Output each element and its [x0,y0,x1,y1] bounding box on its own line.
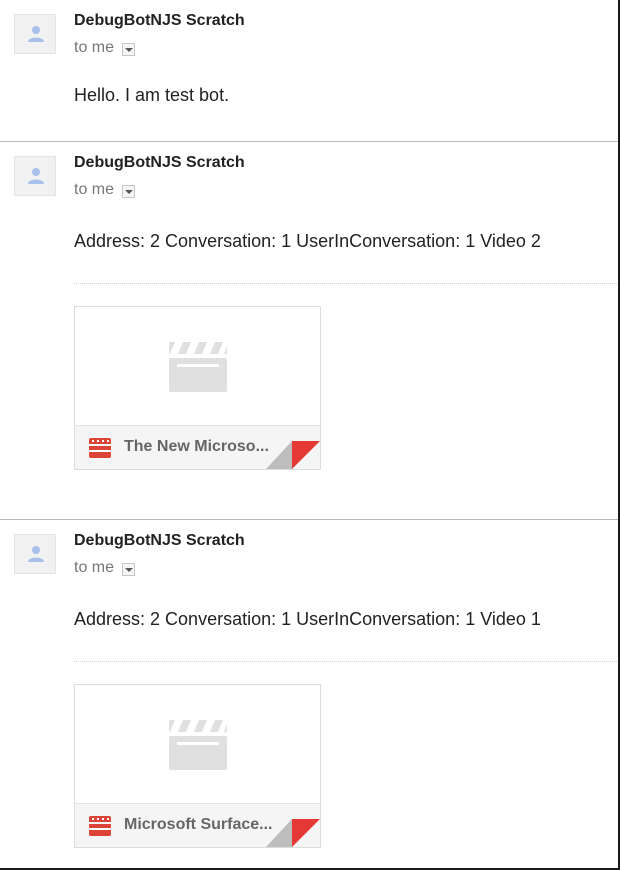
message-card: DebugBotNJS Scratch to me Address: 2 Con… [0,520,618,868]
clapperboard-icon [169,342,227,392]
attachment-divider [74,283,617,284]
corner-fold-icon [266,819,320,847]
attachment-preview [75,685,320,803]
chevron-down-icon[interactable] [122,184,136,198]
attachment-name: Microsoft Surface... [124,816,273,833]
film-icon [89,438,111,458]
message-body: Address: 2 Conversation: 1 UserInConvers… [74,231,541,251]
recipient-label: to me [74,181,115,198]
video-attachment[interactable]: The New Microso... [74,306,321,470]
attachment-divider [74,661,617,662]
corner-fold-icon [266,441,320,469]
avatar[interactable] [14,534,56,574]
email-thread: DebugBotNJS Scratch to me Hello. I am te… [0,0,620,870]
clapperboard-icon [169,720,227,770]
message-card: DebugBotNJS Scratch to me Address: 2 Con… [0,142,618,520]
chevron-down-icon[interactable] [122,562,136,576]
avatar[interactable] [14,156,56,196]
video-attachment[interactable]: Microsoft Surface... [74,684,321,848]
recipient-label: to me [74,559,115,576]
message-body: Address: 2 Conversation: 1 UserInConvers… [74,609,541,629]
person-icon [28,168,44,184]
sender-name[interactable]: DebugBotNJS Scratch [74,12,245,30]
message-body: Hello. I am test bot. [74,85,230,105]
sender-name[interactable]: DebugBotNJS Scratch [74,154,245,172]
chevron-down-icon[interactable] [122,42,136,56]
recipient-row: to me [74,181,136,199]
film-icon [89,816,111,836]
attachment-name: The New Microso... [124,438,269,455]
sender-name[interactable]: DebugBotNJS Scratch [74,532,245,550]
recipient-row: to me [74,559,136,577]
recipient-label: to me [74,39,115,56]
person-icon [28,546,44,562]
person-icon [28,26,44,42]
avatar[interactable] [14,14,56,54]
recipient-row: to me [74,39,136,57]
attachment-footer: The New Microso... [75,425,320,469]
message-card: DebugBotNJS Scratch to me Hello. I am te… [0,0,618,142]
attachment-preview [75,307,320,425]
attachment-footer: Microsoft Surface... [75,803,320,847]
